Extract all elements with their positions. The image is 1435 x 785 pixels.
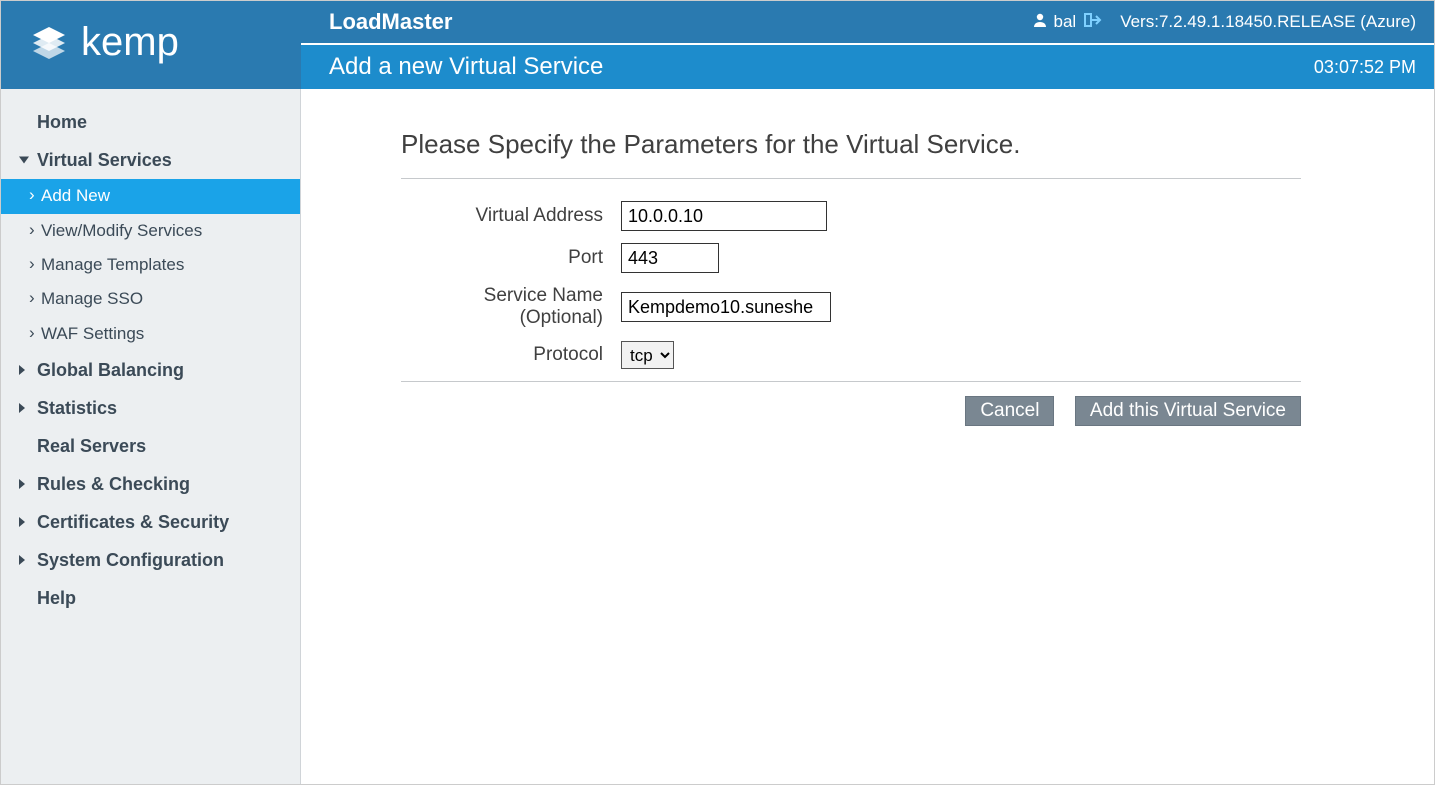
row-service-name: Service Name (Optional) <box>401 285 1301 329</box>
sub-label: WAF Settings <box>41 324 144 343</box>
caret-right-icon <box>19 365 25 375</box>
label-port: Port <box>401 247 621 269</box>
row-port: Port <box>401 243 1301 273</box>
sub-manage-templates[interactable]: Manage Templates <box>1 248 300 282</box>
nav-label: Certificates & Security <box>37 512 229 532</box>
nav-label: Home <box>37 112 87 132</box>
user-icon <box>1032 12 1048 33</box>
header-top-bar: LoadMaster bal Vers:7.2.49.1.18450.RELEA… <box>301 1 1434 43</box>
app-title: LoadMaster <box>329 9 1032 35</box>
main-content: Please Specify the Parameters for the Vi… <box>301 89 1434 784</box>
nav-label: Virtual Services <box>37 150 172 170</box>
caret-right-icon <box>19 403 25 413</box>
sub-label: Manage SSO <box>41 289 143 308</box>
nav-label: Help <box>37 588 76 608</box>
username: bal <box>1054 12 1077 32</box>
row-protocol: Protocol tcp <box>401 341 1301 369</box>
nav-system-config[interactable]: System Configuration <box>1 541 300 579</box>
nav-rules-checking[interactable]: Rules & Checking <box>1 465 300 503</box>
header: kemp LoadMaster bal Vers:7.2.49.1.18450.… <box>1 1 1434 89</box>
body-area: Home Virtual Services Add New View/Modif… <box>1 89 1434 784</box>
sub-manage-sso[interactable]: Manage SSO <box>1 282 300 316</box>
add-virtual-service-button[interactable]: Add this Virtual Service <box>1075 396 1301 426</box>
input-port[interactable] <box>621 243 719 273</box>
cancel-button[interactable]: Cancel <box>965 396 1054 426</box>
label-protocol: Protocol <box>401 344 621 366</box>
nav-real-servers[interactable]: Real Servers <box>1 427 300 465</box>
kemp-logo-icon: kemp <box>19 13 259 78</box>
logo-area: kemp <box>1 1 301 89</box>
caret-right-icon <box>19 555 25 565</box>
sub-add-new[interactable]: Add New <box>1 179 300 213</box>
input-virtual-address[interactable] <box>621 201 827 231</box>
row-virtual-address: Virtual Address <box>401 201 1301 231</box>
version-text: Vers:7.2.49.1.18450.RELEASE (Azure) <box>1120 12 1416 32</box>
user-block[interactable]: bal <box>1032 11 1103 34</box>
nav-label: Statistics <box>37 398 117 418</box>
caret-down-icon <box>19 157 29 164</box>
caret-right-icon <box>19 479 25 489</box>
select-protocol[interactable]: tcp <box>621 341 674 369</box>
nav-label: Real Servers <box>37 436 146 456</box>
nav-label: System Configuration <box>37 550 224 570</box>
sub-label: View/Modify Services <box>41 221 202 240</box>
nav-help[interactable]: Help <box>1 579 300 617</box>
nav-home[interactable]: Home <box>1 103 300 141</box>
label-service-name: Service Name (Optional) <box>401 285 621 329</box>
divider <box>401 381 1301 382</box>
label-virtual-address: Virtual Address <box>401 205 621 227</box>
clock: 03:07:52 PM <box>1314 57 1416 78</box>
nav-global-balancing[interactable]: Global Balancing <box>1 351 300 389</box>
nav-statistics[interactable]: Statistics <box>1 389 300 427</box>
nav-virtual-services[interactable]: Virtual Services <box>1 141 300 179</box>
input-service-name[interactable] <box>621 292 831 322</box>
header-right: LoadMaster bal Vers:7.2.49.1.18450.RELEA… <box>301 1 1434 89</box>
nav-label: Global Balancing <box>37 360 184 380</box>
page-title: Add a new Virtual Service <box>329 53 1314 81</box>
caret-right-icon <box>19 517 25 527</box>
divider <box>401 178 1301 179</box>
svg-text:kemp: kemp <box>81 20 179 64</box>
nav-certs-security[interactable]: Certificates & Security <box>1 503 300 541</box>
sidebar: Home Virtual Services Add New View/Modif… <box>1 89 301 784</box>
sub-view-modify[interactable]: View/Modify Services <box>1 214 300 248</box>
sub-label: Manage Templates <box>41 255 184 274</box>
sub-label: Add New <box>41 186 110 205</box>
nav-label: Rules & Checking <box>37 474 190 494</box>
logout-icon[interactable] <box>1082 11 1102 34</box>
sub-waf-settings[interactable]: WAF Settings <box>1 317 300 351</box>
form-heading: Please Specify the Parameters for the Vi… <box>401 129 1301 160</box>
header-bottom-bar: Add a new Virtual Service 03:07:52 PM <box>301 43 1434 89</box>
form-wrap: Please Specify the Parameters for the Vi… <box>401 129 1301 426</box>
button-row: Cancel Add this Virtual Service <box>401 396 1301 426</box>
